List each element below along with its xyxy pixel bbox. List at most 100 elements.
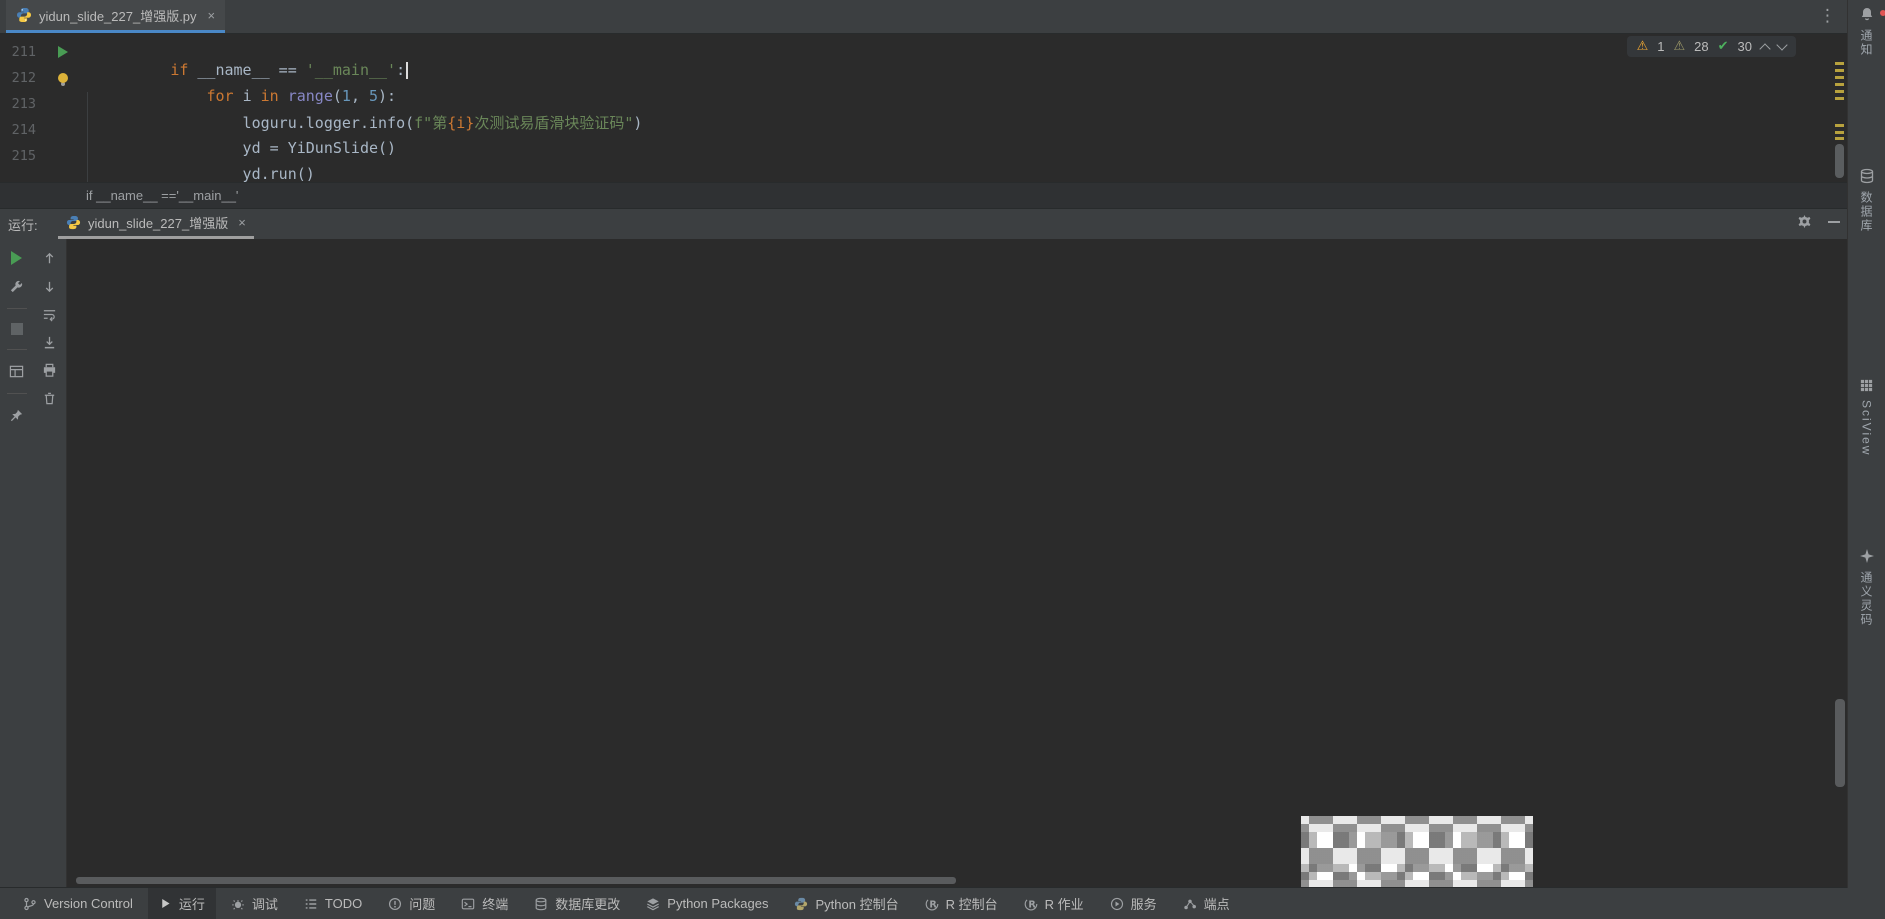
file-tab[interactable]: yidun_slide_227_增强版.py × [6,0,225,33]
breadcrumb[interactable]: if __name__ =='__main__' [0,182,1848,209]
right-tool-strip: 通知 数据库 SciView 通义灵码 [1847,0,1885,888]
line-number: 214 [0,122,46,138]
indent-guide [87,92,88,182]
console-row: 2024-09-09 16:22:37.929 | INFO | __main_… [76,687,1848,715]
run-panel-label: 运行: [8,215,38,234]
console-row: 滑块移动距离为:247,滑块图向右移动的距离为:73.1672,滑块图片旋转的角… [76,467,1848,495]
breadcrumb-item[interactable]: if __name__ =='__main__' [86,188,238,203]
toolbar-terminal[interactable]: 终端 [450,888,519,919]
editor-scrollbar-thumb[interactable] [1835,144,1844,178]
line-number: 211 [0,44,46,60]
console-row: {"data":{"result":true,"zoneId":"CN31","… [76,660,1848,688]
vertical-scrollbar[interactable] [1835,699,1845,787]
wrench-icon[interactable] [9,279,24,294]
console-row: 滑块移动距离为:261,滑块图向右移动的距离为:77.1891,滑块图片旋转的角… [76,605,1848,633]
close-icon[interactable]: × [208,8,216,23]
toolbar-python-packages[interactable]: Python Packages [635,888,779,919]
settings-gear-icon[interactable] [1797,214,1812,229]
strip-tab-lingma[interactable]: 通义灵码 [1848,548,1885,627]
weak-warning-icon: ⚠ [1674,39,1686,54]
console-row: attrs值为: 0.6814545314130361 清输入滑块移动的距离(p… [76,302,1848,330]
stop-icon[interactable] [11,323,23,335]
check-icon: ✔ [1718,39,1729,54]
scroll-to-end-icon[interactable] [42,335,57,350]
more-options-icon[interactable]: ⋮ [1819,4,1836,28]
console-row: 2024-09-09 16:22:21.005 | INFO | __main_… [76,550,1848,578]
line-number: 212 [0,70,46,86]
line-number: 213 [0,96,46,112]
print-icon[interactable] [42,363,57,378]
bell-icon [1859,6,1875,22]
strip-tab-notifications[interactable]: 通知 [1848,6,1885,57]
pin-icon[interactable] [9,408,24,423]
passed-count: 30 [1738,39,1752,54]
file-tab-title: yidun_slide_227_增强版.py [39,6,197,25]
error-count: 1 [1657,39,1664,54]
console-row: {"data":{"result":true,"zoneId":"CN31","… [76,522,1848,550]
rerun-icon[interactable] [11,251,22,265]
svg-text:R: R [1028,899,1036,910]
console-toolbar [33,239,67,888]
console-row: 2024-09-09 16:21:58.897 | INFO | __main_… [76,412,1848,440]
warning-icon: ⚠ [1637,39,1649,54]
toolbar-endpoints[interactable]: 端点 [1172,888,1241,919]
toolbar-database-changes[interactable]: 数据库更改 [523,888,631,919]
lingma-icon [1859,548,1875,564]
toolbar-services[interactable]: 服务 [1099,888,1168,919]
toolbar-python-console[interactable]: Python 控制台 [783,888,909,919]
close-icon[interactable]: × [238,215,246,230]
grid-icon [1859,378,1874,393]
restore-layout-icon[interactable] [9,364,24,379]
toolbar-r-console[interactable]: R R 控制台 [914,888,1009,919]
console-row: yidun_slide_227_增强版.py [76,247,1848,275]
console-row: attrs值为: 0.6077292872697235 清输入滑块移动的距离(p… [76,577,1848,605]
console-row: 滑块验证结果为: __JSONP_9o3llqb_1( [76,495,1848,523]
horizontal-scrollbar[interactable] [76,877,956,884]
console-row: {"data":{"result":true,"zoneId":"CN31","… [76,385,1848,413]
tool-window-bar: Version Control 运行 调试 TODO 问题 终端 数据库更改 [0,887,1885,919]
console-output[interactable]: yidun_slide_227_增强版.py 2024-09-09 16:21:… [67,239,1848,888]
strip-tab-database[interactable]: 数据库 [1848,168,1885,233]
toolbar-debug[interactable]: 调试 [220,888,289,919]
code-line: 215 yd.run() [0,143,1848,169]
console-row: 滑块验证结果为: __JSONP_nvff2t6_1( [76,770,1848,798]
gutter-icon-slot[interactable] [46,73,80,83]
python-run-icon [66,215,81,230]
notification-badge [1880,10,1885,16]
censored-region [1301,816,1533,887]
run-tab-title: yidun_slide_227_增强版 [88,213,228,232]
toolbar-todo[interactable]: TODO [293,888,373,919]
prev-problem-icon[interactable] [1759,43,1770,54]
error-stripe[interactable] [1834,34,1846,182]
console-rows: yidun_slide_227_增强版.py 2024-09-09 16:21:… [67,239,1848,880]
next-problem-icon[interactable] [1776,39,1787,50]
console-row: {"data":{"result":true,"zoneId":"CN31","… [76,797,1848,825]
database-icon [1859,168,1875,184]
console-row: attrs值为: -0.7856190830611278 清输入滑块移动的距离(… [76,715,1848,743]
down-stack-trace-icon[interactable] [42,279,57,294]
toolbar-run[interactable]: 运行 [148,888,216,919]
console-row: 2024-09-09 16:21:42.952 | INFO | __main_… [76,275,1848,303]
up-stack-trace-icon[interactable] [42,251,57,266]
clear-all-icon[interactable] [42,391,57,406]
run-tool-window: yidun_slide_227_增强版.py 2024-09-09 16:21:… [0,239,1848,888]
run-toolbar [0,239,33,888]
hide-panel-icon[interactable] [1828,221,1840,223]
console-row: 滑块验证结果为: __JSONP_berpn63_1( [76,357,1848,385]
python-file-icon [16,7,32,23]
toolbar-r-jobs[interactable]: R R 作业 [1013,888,1095,919]
toolbar-version-control[interactable]: Version Control [12,888,144,919]
toolbar-problems[interactable]: 问题 [377,888,446,919]
console-row [76,825,1848,853]
run-tab[interactable]: yidun_slide_227_增强版 × [58,209,254,239]
gutter-icon-slot[interactable] [46,46,80,58]
code-area: 211 if __name__ == '__main__': 212 for i… [0,34,1848,169]
soft-wrap-icon[interactable] [42,307,57,322]
svg-text:R: R [929,899,937,910]
line-number: 215 [0,148,46,164]
editor-tab-bar: yidun_slide_227_增强版.py × ⋮ [0,0,1848,34]
console-row: 滑块移动距离为:276,滑块图向右移动的距离为:79.5094,滑块图片旋转的角… [76,330,1848,358]
strip-tab-sciview[interactable]: SciView [1848,378,1885,456]
editor[interactable]: 211 if __name__ == '__main__': 212 for i… [0,34,1848,182]
inspections-widget[interactable]: ⚠ 1 ⚠ 28 ✔ 30 [1627,36,1796,57]
